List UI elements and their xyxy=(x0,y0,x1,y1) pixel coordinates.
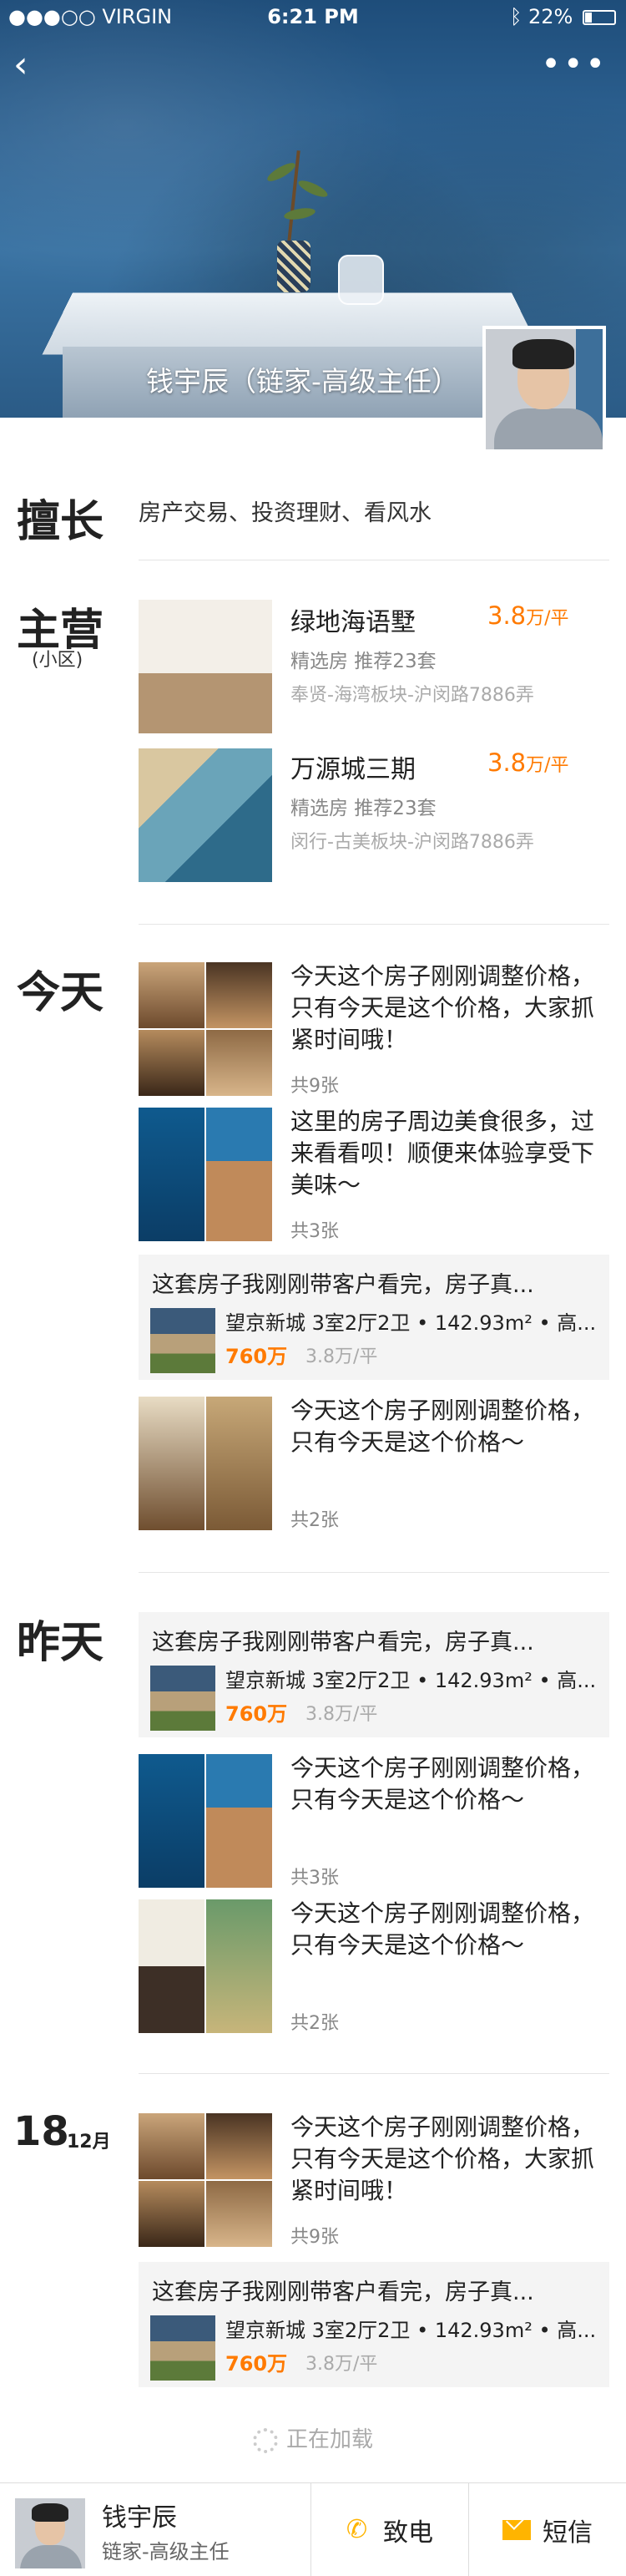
listing-price: 760万 xyxy=(225,1702,288,1726)
bluetooth-icon: ᛒ xyxy=(509,5,523,28)
listing-share-card[interactable]: 这套房子我刚刚带客户看完，房子真... 望京新城 3室2厅2卫 • 142.93… xyxy=(139,1612,609,1737)
post-text: 今天这个房子刚刚调整价格，只有今天是这个价格，大家抓紧时间哦！ xyxy=(290,2113,595,2204)
specialty-label: 擅长 xyxy=(17,497,104,547)
agent-position: 链家-高级主任 xyxy=(102,2540,230,2563)
listing-info: 望京新城 3室2厅2卫 • 142.93m² • 高... xyxy=(225,1311,597,1335)
post-image-grid xyxy=(139,1754,272,1888)
photo-count: 共3张 xyxy=(290,1221,339,1242)
post-text: 今天这个房子刚刚调整价格，只有今天是这个价格〜 xyxy=(290,1754,595,1813)
community-name: 绿地海语墅 xyxy=(290,608,416,637)
photo-count: 共9张 xyxy=(290,1076,339,1097)
community-tags: 精选房 推荐23套 xyxy=(290,651,437,672)
sms-button[interactable]: 短信 xyxy=(469,2483,626,2576)
message-icon xyxy=(502,2520,531,2540)
listing-info: 望京新城 3室2厅2卫 • 142.93m² • 高... xyxy=(225,2319,597,2342)
call-label: 致电 xyxy=(383,2518,433,2548)
post-image-grid xyxy=(139,1899,272,2033)
listing-share-card[interactable]: 这套房子我刚刚带客户看完，房子真... 望京新城 3室2厅2卫 • 142.93… xyxy=(139,1255,609,1380)
agent-avatar-small[interactable] xyxy=(15,2498,85,2568)
listing-price: 760万 xyxy=(225,2352,288,2376)
community-image xyxy=(139,600,272,733)
main-business-sublabel: (小区) xyxy=(32,650,83,671)
yesterday-label: 昨天 xyxy=(17,1618,104,1668)
battery-status: ᛒ 22% xyxy=(510,5,616,28)
listing-unit-price: 3.8万/平 xyxy=(305,2354,378,2375)
card-title: 这套房子我刚刚带客户看完，房子真... xyxy=(152,1630,534,1656)
community-image xyxy=(139,748,272,882)
listing-share-card[interactable]: 这套房子我刚刚带客户看完，房子真... 望京新城 3室2厅2卫 • 142.93… xyxy=(139,2262,609,2387)
photo-count: 共2张 xyxy=(290,2013,339,2034)
photo-count: 共2张 xyxy=(290,1510,339,1531)
photo-count: 共3张 xyxy=(290,1868,339,1889)
bottom-contact-bar: 钱宇辰 链家-高级主任 ✆ 致电 短信 xyxy=(0,2482,626,2576)
community-name: 万源城三期 xyxy=(290,755,416,784)
loading-text: 正在加载 xyxy=(285,2427,373,2452)
card-title: 这套房子我刚刚带客户看完，房子真... xyxy=(152,2279,534,2305)
spinner-icon xyxy=(252,2427,278,2453)
date-day: 18 xyxy=(13,2108,69,2155)
jar-image xyxy=(338,255,384,305)
listing-price: 760万 xyxy=(225,1345,288,1368)
divider xyxy=(139,1572,609,1573)
post-image-grid xyxy=(139,1108,272,1241)
back-arrow-icon[interactable]: ‹ xyxy=(13,47,38,84)
battery-icon xyxy=(583,10,616,25)
status-bar: ●●●○○ VIRGIN 6:21 PM ᛒ 22% xyxy=(0,0,626,33)
divider xyxy=(139,924,609,925)
community-price: 3.8万/平 xyxy=(487,601,569,630)
community-tags: 精选房 推荐23套 xyxy=(290,798,437,819)
post-image-grid xyxy=(139,1397,272,1530)
listing-image xyxy=(150,1308,215,1373)
agent-profile-page: ●●●○○ VIRGIN 6:21 PM ᛒ 22% ‹ ••• 钱宇辰（链家-… xyxy=(0,0,626,2576)
battery-label: 22% xyxy=(528,5,573,28)
loading-indicator: 正在加载 xyxy=(0,2422,626,2453)
listing-info: 望京新城 3室2厅2卫 • 142.93m² • 高... xyxy=(225,1669,597,1692)
agent-title: 钱宇辰（链家-高级主任） xyxy=(146,365,459,398)
post-text: 今天这个房子刚刚调整价格，只有今天是这个价格〜 xyxy=(290,1899,595,1959)
community-price: 3.8万/平 xyxy=(487,748,569,777)
phone-icon: ✆ xyxy=(346,2515,368,2544)
card-title: 这套房子我刚刚带客户看完，房子真... xyxy=(152,1272,534,1298)
post-image-grid xyxy=(139,2113,272,2247)
sms-label: 短信 xyxy=(543,2518,593,2548)
today-label: 今天 xyxy=(17,968,104,1018)
agent-name: 钱宇辰 xyxy=(102,2503,177,2533)
post-image-grid xyxy=(139,962,272,1096)
call-button[interactable]: ✆ 致电 xyxy=(311,2483,468,2576)
listing-unit-price: 3.8万/平 xyxy=(305,1346,378,1367)
divider xyxy=(139,2073,609,2074)
vase-image xyxy=(277,241,310,292)
community-location: 奉贤-海湾板块-沪闵路7886弄 xyxy=(290,685,534,706)
photo-count: 共9张 xyxy=(290,2227,339,2248)
listing-unit-price: 3.8万/平 xyxy=(305,1704,378,1725)
agent-avatar[interactable] xyxy=(482,326,606,453)
more-dots-icon[interactable]: ••• xyxy=(541,48,608,81)
post-text: 今天这个房子刚刚调整价格，只有今天是这个价格〜 xyxy=(290,1397,595,1456)
listing-image xyxy=(150,2315,215,2381)
post-text: 今天这个房子刚刚调整价格，只有今天是这个价格，大家抓紧时间哦！ xyxy=(290,962,595,1053)
date-month: 12月 xyxy=(67,2132,111,2153)
post-text: 这里的房子周边美食很多，过来看看呗！顺便来体验享受下美味〜 xyxy=(290,1108,595,1199)
community-location: 闵行-古美板块-沪闵路7886弄 xyxy=(290,832,534,853)
specialty-text: 房产交易、投资理财、看风水 xyxy=(139,500,432,526)
listing-image xyxy=(150,1666,215,1731)
